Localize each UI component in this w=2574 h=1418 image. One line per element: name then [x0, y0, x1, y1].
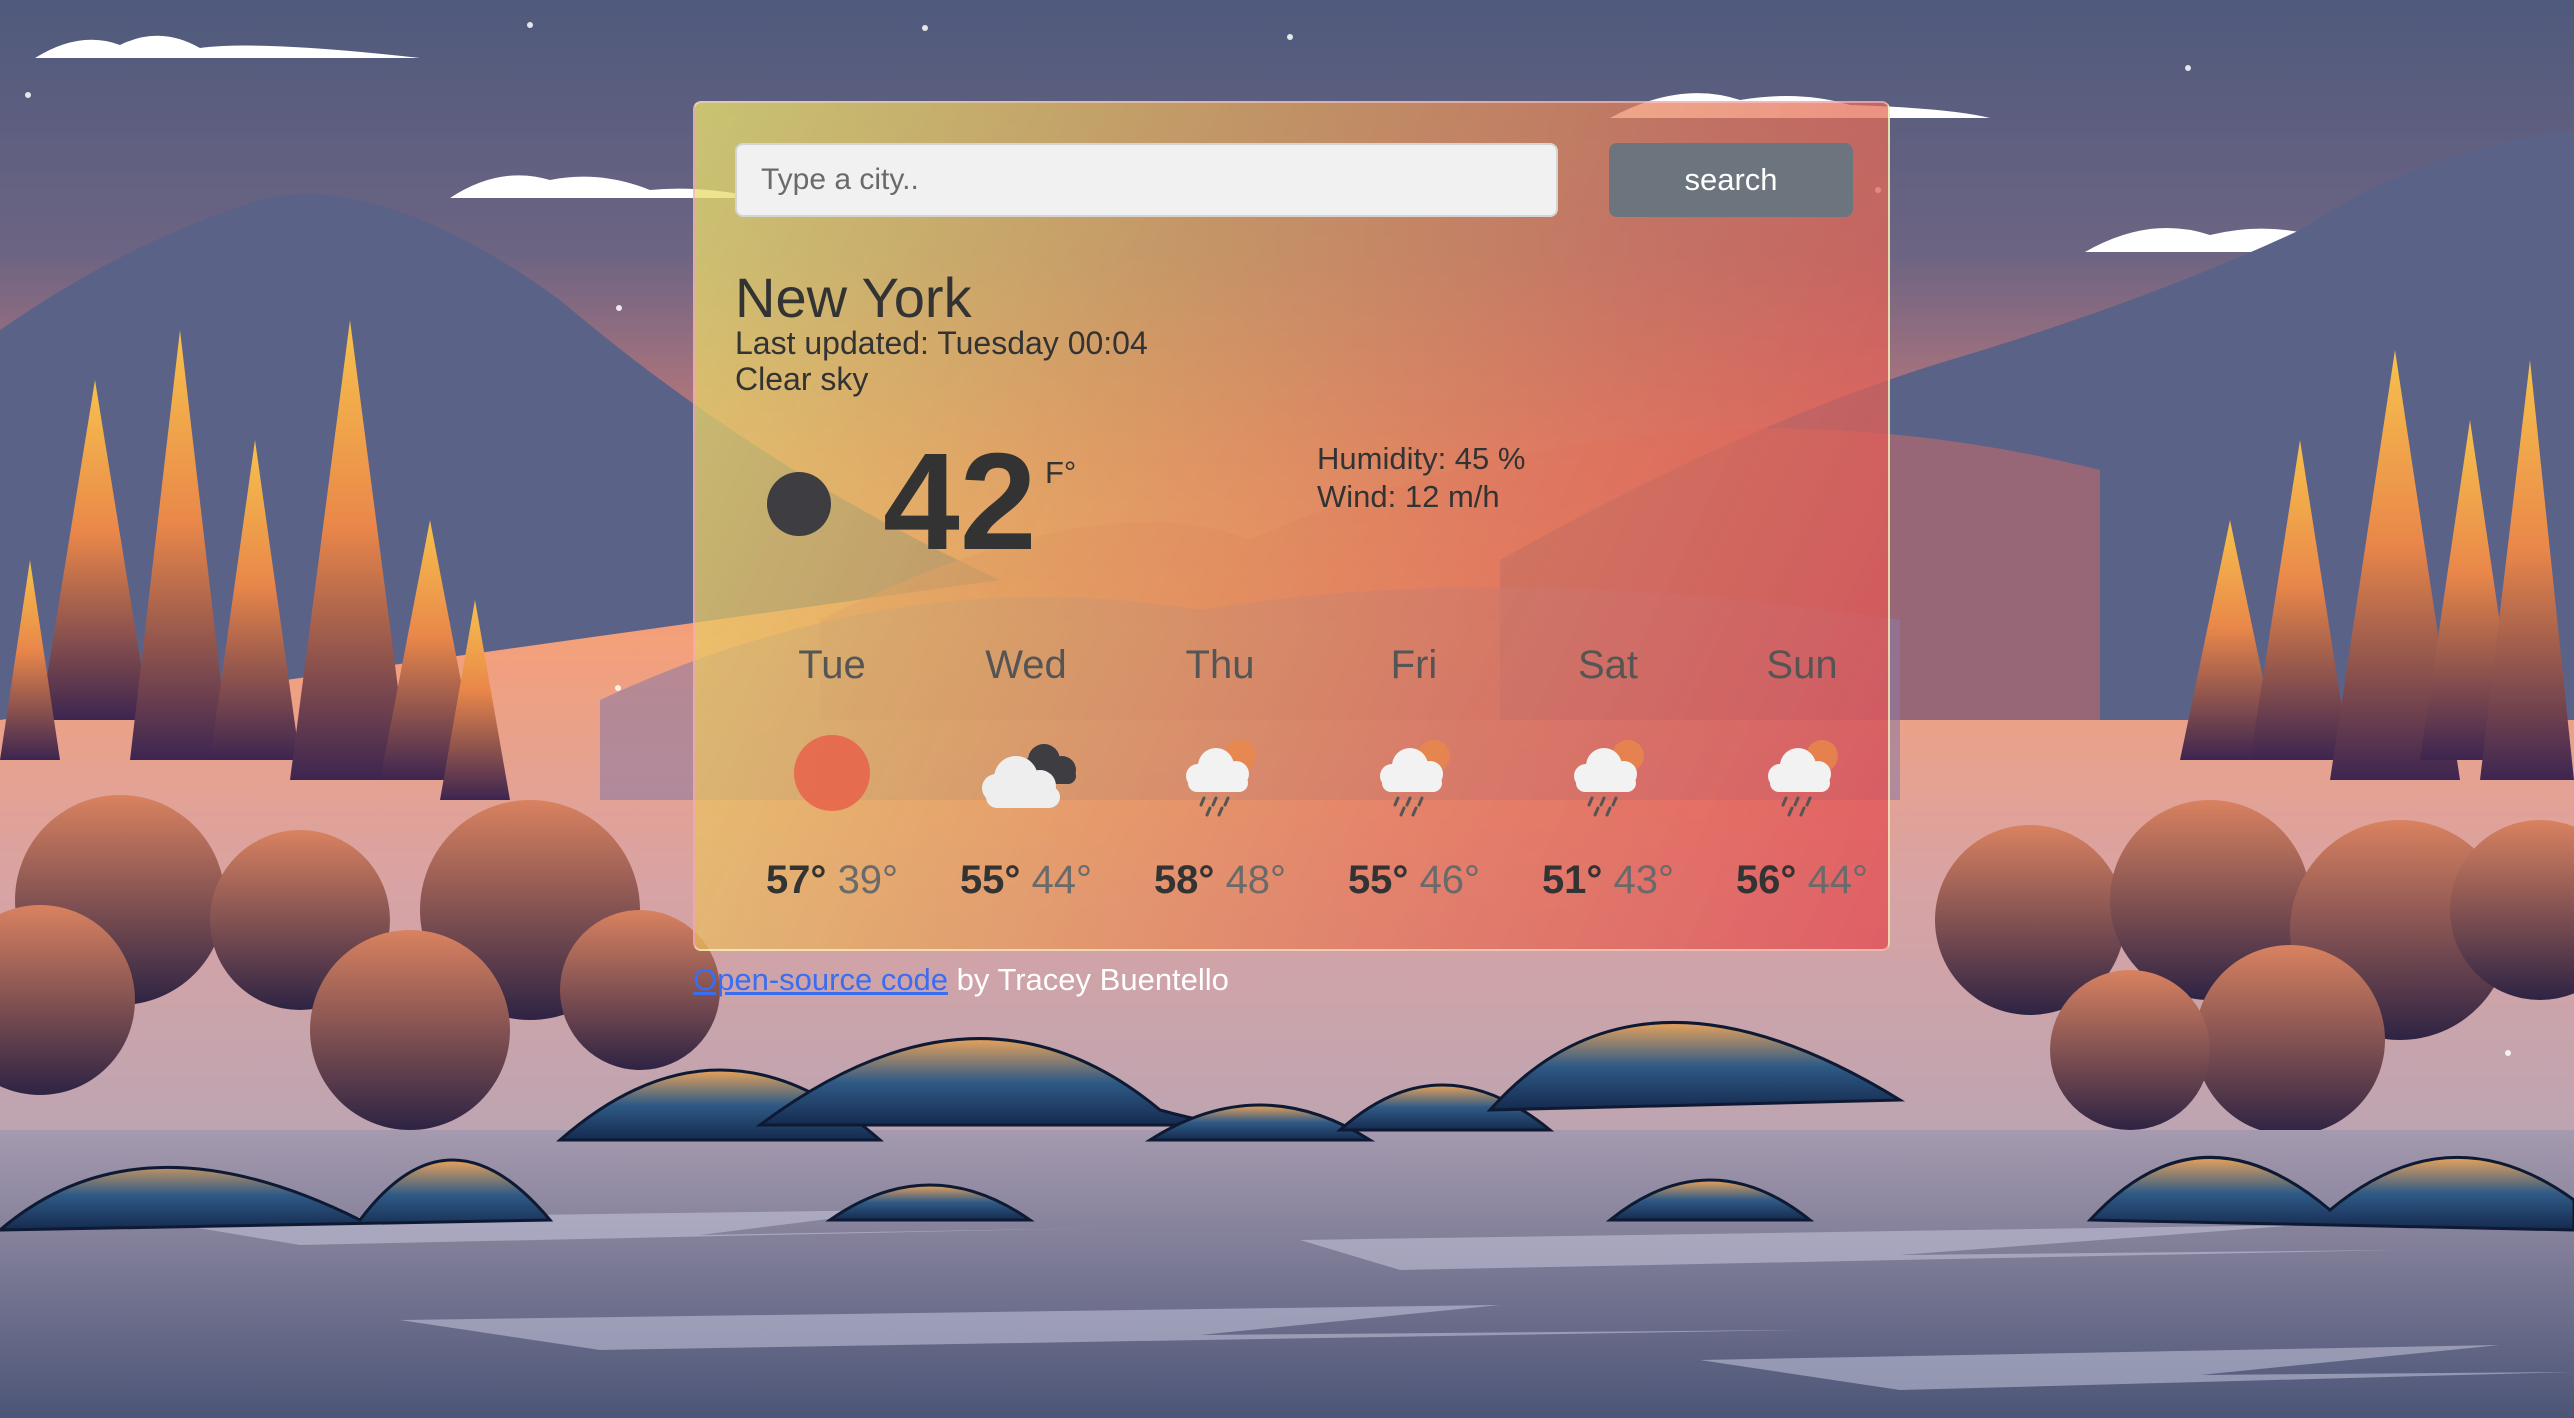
search-button[interactable]: search: [1609, 143, 1853, 217]
forecast-day-name: Sun: [1766, 643, 1838, 687]
forecast-max-temp: 51°: [1541, 858, 1603, 902]
forecast-min-temp: 44°: [1031, 858, 1093, 902]
forecast-min-temp: 46°: [1419, 858, 1481, 902]
city-search-input[interactable]: [735, 143, 1558, 217]
author-credit: by Tracey Buentello: [948, 962, 1229, 997]
forecast-day-name: Sat: [1577, 643, 1639, 687]
current-temperature: 42: [883, 425, 1037, 579]
weather-description: Clear sky: [735, 361, 869, 397]
temperature-unit-toggle[interactable]: F°: [1045, 455, 1076, 491]
forecast-temps: 51° 43°: [1511, 858, 1705, 903]
forecast-day: Thu 58° 48°: [1123, 633, 1317, 933]
forecast-day: Tue 57° 39°: [735, 633, 929, 933]
forecast-temps: 55° 46°: [1317, 858, 1511, 903]
wind-text: Wind: 12 m/h: [1317, 479, 1500, 514]
forecast-temps: 56° 44°: [1705, 858, 1899, 903]
weather-card: search New York Last updated: Tuesday 00…: [693, 101, 1890, 951]
forecast-max-temp: 55°: [1347, 858, 1409, 902]
clear-night-icon: [767, 472, 831, 536]
forecast-min-temp: 48°: [1225, 858, 1287, 902]
forecast-max-temp: 55°: [959, 858, 1021, 902]
source-code-link[interactable]: Open-source code: [693, 962, 948, 997]
humidity-text: Humidity: 45 %: [1317, 441, 1526, 476]
forecast-temps: 55° 44°: [929, 858, 1123, 903]
city-name: New York: [735, 266, 972, 329]
forecast-min-temp: 44°: [1807, 858, 1869, 902]
forecast-day: Fri 55° 46°: [1317, 633, 1511, 933]
rain-icon: [1548, 728, 1668, 818]
cloudy-icon: [966, 728, 1086, 818]
forecast-day-name: Fri: [1390, 643, 1438, 687]
forecast-day: Sat 51° 43°: [1511, 633, 1705, 933]
forecast-day-name: Tue: [798, 643, 866, 687]
forecast-temps: 57° 39°: [735, 858, 929, 903]
forecast-day: Sun 56° 44°: [1705, 633, 1899, 933]
rain-icon: [1742, 728, 1862, 818]
forecast-max-temp: 58°: [1153, 858, 1215, 902]
forecast-min-temp: 43°: [1613, 858, 1675, 902]
sun-icon: [772, 728, 892, 818]
forecast-max-temp: 56°: [1735, 858, 1797, 902]
rain-icon: [1354, 728, 1474, 818]
rain-icon: [1160, 728, 1280, 818]
forecast-temps: 58° 48°: [1123, 858, 1317, 903]
forecast-day-name: Wed: [985, 643, 1067, 687]
forecast-min-temp: 39°: [837, 858, 899, 902]
last-updated-text: Last updated: Tuesday 00:04: [735, 325, 1148, 361]
footer: Open-source code by Tracey Buentello: [693, 962, 1229, 998]
forecast-max-temp: 57°: [765, 858, 827, 902]
forecast-day-name: Thu: [1185, 643, 1255, 687]
forecast-day: Wed 55° 44°: [929, 633, 1123, 933]
